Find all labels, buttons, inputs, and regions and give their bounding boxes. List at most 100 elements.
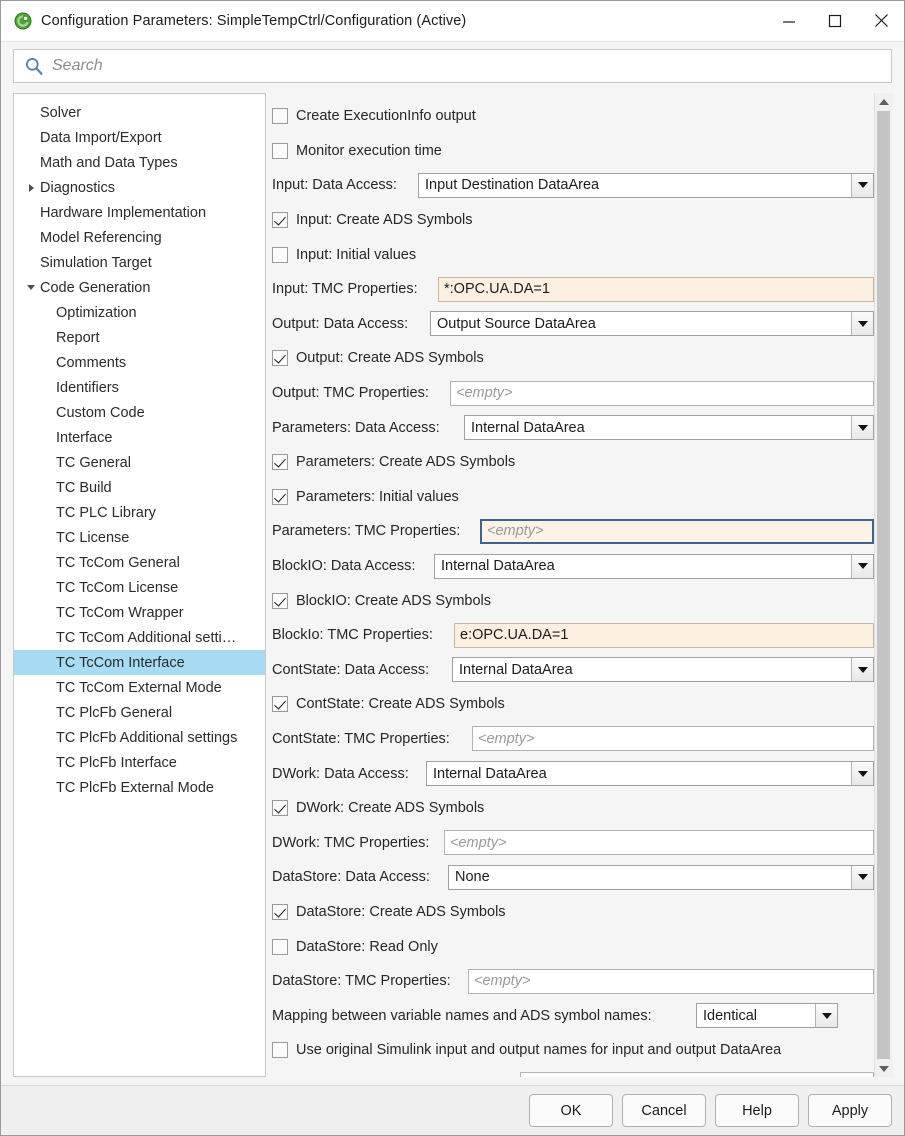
dwork-create-ads-symbols-label: DWork: Create ADS Symbols	[296, 800, 485, 817]
tree-item-tc-plcfb-general[interactable]: TC PlcFb General	[14, 700, 265, 725]
input-data-access-dropdown[interactable]: Input Destination DataArea	[418, 172, 874, 198]
tree-item-tc-tccom-additional-setti[interactable]: TC TcCom Additional setti…	[14, 625, 265, 650]
parameters-data-access-label: Parameters: Data Access:	[272, 419, 440, 436]
parameters-initial-values-checkbox[interactable]	[272, 488, 288, 505]
field-row: Output: Create ADS Symbols	[266, 341, 874, 376]
tree-item-tc-tccom-external-mode[interactable]: TC TcCom External Mode	[14, 675, 265, 700]
chevron-down-icon[interactable]	[815, 1004, 837, 1028]
contstate-tmc-properties-input[interactable]: <empty>	[472, 726, 874, 752]
tree-item-tc-plcfb-additional-settings[interactable]: TC PlcFb Additional settings	[14, 725, 265, 750]
dwork-data-access-dropdown[interactable]: Internal DataArea	[426, 761, 874, 787]
chevron-down-icon[interactable]	[851, 762, 873, 786]
tree-item-label: Code Generation	[40, 279, 151, 296]
output-data-access-dropdown[interactable]: Output Source DataArea	[430, 311, 874, 337]
chevron-down-icon[interactable]	[851, 865, 873, 889]
output-tmc-properties-value: <empty>	[456, 385, 513, 402]
parameters-data-access-dropdown[interactable]: Internal DataArea	[464, 415, 874, 441]
output-tmc-properties-input[interactable]: <empty>	[450, 380, 874, 406]
close-button[interactable]	[858, 1, 904, 41]
search-box[interactable]	[13, 49, 892, 83]
input-data-access-value: Input Destination DataArea	[425, 177, 600, 194]
tree-item-simulation-target[interactable]: Simulation Target	[14, 250, 265, 275]
datastore-data-access-value: None	[455, 869, 490, 886]
tree-item-model-referencing[interactable]: Model Referencing	[14, 225, 265, 250]
datastore-read-only-checkbox[interactable]	[272, 938, 288, 955]
search-input[interactable]	[52, 57, 891, 75]
scrollbar-thumb[interactable]	[877, 111, 890, 1059]
dwork-create-ads-symbols-checkbox[interactable]	[272, 800, 288, 817]
tree-item-tc-plcfb-interface[interactable]: TC PlcFb Interface	[14, 750, 265, 775]
tree-item-tc-license[interactable]: TC License	[14, 525, 265, 550]
apply-button[interactable]: Apply	[808, 1094, 892, 1127]
tree-item-tc-tccom-general[interactable]: TC TcCom General	[14, 550, 265, 575]
tree-item-tc-build[interactable]: TC Build	[14, 475, 265, 500]
chevron-down-icon[interactable]	[851, 173, 873, 197]
chevron-down-icon[interactable]	[851, 658, 873, 682]
additional-tmc-symbol-properties-input[interactable]: <empty>	[520, 1072, 874, 1077]
create-executioninfo-output-checkbox[interactable]	[272, 108, 288, 125]
tree-item-tc-tccom-interface[interactable]: TC TcCom Interface	[14, 650, 265, 675]
datastore-tmc-properties-input[interactable]: <empty>	[468, 968, 874, 994]
contstate-data-access-dropdown[interactable]: Internal DataArea	[452, 657, 874, 683]
tree-item-diagnostics[interactable]: Diagnostics	[14, 175, 265, 200]
tree-item-identifiers[interactable]: Identifiers	[14, 375, 265, 400]
maximize-button[interactable]	[812, 1, 858, 41]
ok-button[interactable]: OK	[529, 1094, 613, 1127]
blockio-data-access-dropdown[interactable]: Internal DataArea	[434, 553, 874, 579]
blockio-create-ads-symbols-checkbox[interactable]	[272, 592, 288, 609]
tree-item-label: Math and Data Types	[40, 154, 178, 171]
tree-item-tc-plcfb-external-mode[interactable]: TC PlcFb External Mode	[14, 775, 265, 800]
tree-item-tc-tccom-wrapper[interactable]: TC TcCom Wrapper	[14, 600, 265, 625]
tree-item-interface[interactable]: Interface	[14, 425, 265, 450]
scroll-up-arrow-icon[interactable]	[874, 93, 893, 110]
tree-item-tc-general[interactable]: TC General	[14, 450, 265, 475]
chevron-down-icon[interactable]	[851, 554, 873, 578]
tree-item-math-and-data-types[interactable]: Math and Data Types	[14, 150, 265, 175]
scroll-down-arrow-icon[interactable]	[874, 1060, 893, 1077]
tree-item-custom-code[interactable]: Custom Code	[14, 400, 265, 425]
parameters-create-ads-symbols-label: Parameters: Create ADS Symbols	[296, 454, 516, 471]
use-original-simulink-names-checkbox[interactable]	[272, 1042, 288, 1059]
field-row: Mapping between variable names and ADS s…	[266, 998, 874, 1033]
output-create-ads-symbols-checkbox[interactable]	[272, 350, 288, 367]
monitor-execution-time-checkbox[interactable]	[272, 142, 288, 159]
tree-item-tc-plc-library[interactable]: TC PLC Library	[14, 500, 265, 525]
blockio-tmc-properties-input[interactable]: e:OPC.UA.DA=1	[454, 622, 874, 648]
tree-item-comments[interactable]: Comments	[14, 350, 265, 375]
settings-pane: Create ExecutionInfo output Monitor execu…	[266, 93, 893, 1077]
tree-item-code-generation[interactable]: Code Generation	[14, 275, 265, 300]
datastore-create-ads-symbols-checkbox[interactable]	[272, 903, 288, 920]
tree-item-tc-tccom-license[interactable]: TC TcCom License	[14, 575, 265, 600]
help-button[interactable]: Help	[715, 1094, 799, 1127]
vertical-scrollbar[interactable]	[874, 93, 893, 1077]
monitor-execution-time-label: Monitor execution time	[296, 142, 442, 159]
input-initial-values-checkbox[interactable]	[272, 246, 288, 263]
parameters-create-ads-symbols-checkbox[interactable]	[272, 454, 288, 471]
dwork-tmc-properties-input[interactable]: <empty>	[444, 830, 874, 856]
minimize-button[interactable]	[766, 1, 812, 41]
parameters-tmc-properties-input[interactable]: <empty>	[480, 518, 874, 544]
tree-item-report[interactable]: Report	[14, 325, 265, 350]
chevron-right-icon[interactable]	[24, 183, 38, 192]
tree-item-label: TC TcCom Wrapper	[56, 604, 184, 621]
settings-tree[interactable]: Solver Data Import/Export Math and Data Ty…	[13, 93, 266, 1077]
chevron-down-icon[interactable]	[851, 312, 873, 336]
tree-item-label: TC License	[56, 529, 130, 546]
tree-item-label: TC TcCom Additional setti…	[56, 629, 237, 646]
blockio-data-access-value: Internal DataArea	[441, 558, 555, 575]
input-tmc-properties-input[interactable]: *:OPC.UA.DA=1	[438, 276, 874, 302]
tree-item-label: Solver	[40, 104, 82, 121]
field-row: DataStore: Data Access: None	[266, 860, 874, 895]
datastore-data-access-dropdown[interactable]: None	[448, 864, 874, 890]
tree-item-solver[interactable]: Solver	[14, 100, 265, 125]
cancel-button[interactable]: Cancel	[622, 1094, 706, 1127]
tree-item-hardware-implementation[interactable]: Hardware Implementation	[14, 200, 265, 225]
tree-item-data-import-export[interactable]: Data Import/Export	[14, 125, 265, 150]
field-row: Use original Simulink input and output n…	[266, 1033, 874, 1068]
input-create-ads-symbols-checkbox[interactable]	[272, 212, 288, 229]
chevron-down-icon[interactable]	[851, 416, 873, 440]
contstate-create-ads-symbols-checkbox[interactable]	[272, 696, 288, 713]
mapping-variable-names-dropdown[interactable]: Identical	[696, 1003, 838, 1029]
tree-item-optimization[interactable]: Optimization	[14, 300, 265, 325]
chevron-down-icon[interactable]	[24, 285, 38, 290]
